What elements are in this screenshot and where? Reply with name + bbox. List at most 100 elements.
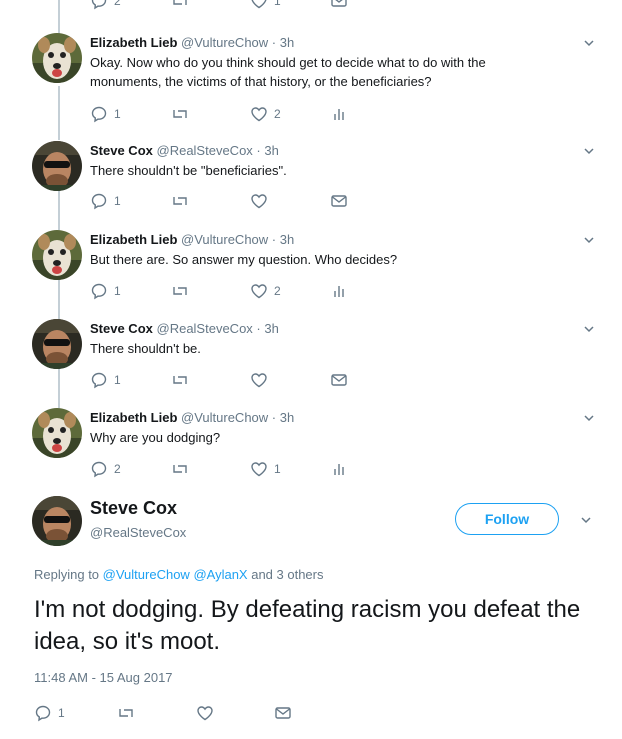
like-button[interactable]: 2: [250, 281, 281, 301]
tweet-time[interactable]: 3h: [264, 143, 278, 158]
tweet[interactable]: Elizabeth Lieb @VultureChow · 3h Why are…: [0, 408, 622, 498]
retweet-button[interactable]: [170, 370, 190, 390]
like-button[interactable]: [250, 370, 268, 390]
separator: ·: [256, 143, 261, 158]
tweet-time[interactable]: 3h: [280, 410, 294, 425]
analytics-icon: [334, 286, 344, 297]
user-handle[interactable]: @VultureChow: [181, 232, 268, 247]
separator: ·: [271, 232, 277, 247]
heart-icon: [197, 706, 213, 721]
chevron-down-icon[interactable]: [580, 514, 592, 526]
user-name[interactable]: Steve Cox: [90, 498, 177, 519]
heart-icon: [251, 462, 267, 477]
like-count: 1: [274, 0, 281, 8]
message-button[interactable]: [330, 0, 348, 11]
chevron-down-icon[interactable]: [583, 323, 595, 335]
retweet-button[interactable]: [170, 191, 190, 211]
reply-button[interactable]: 1: [34, 703, 65, 723]
user-name[interactable]: Steve Cox: [90, 321, 153, 336]
envelope-icon: [331, 374, 347, 386]
reply-button[interactable]: 1: [90, 104, 121, 124]
tweet-header: Steve Cox @RealSteveCox · 3h: [90, 321, 279, 336]
envelope-icon: [331, 195, 347, 207]
user-name[interactable]: Elizabeth Lieb: [90, 232, 177, 247]
analytics-button[interactable]: [332, 281, 346, 301]
reply-button[interactable]: 1: [90, 370, 121, 390]
replying-to: Replying to @VultureChow @AylanX and 3 o…: [34, 567, 324, 582]
analytics-icon: [334, 109, 344, 120]
tweet-text: But there are. So answer my question. Wh…: [90, 252, 398, 267]
tweet-text: Okay. Now who do you think should get to…: [90, 55, 486, 89]
message-button[interactable]: [330, 191, 348, 211]
message-button[interactable]: [330, 370, 348, 390]
avatar[interactable]: [32, 230, 82, 280]
avatar[interactable]: [32, 408, 82, 458]
user-handle[interactable]: @RealSteveCox: [157, 321, 253, 336]
retweet-icon: [173, 0, 187, 5]
avatar[interactable]: [32, 33, 82, 83]
reply-count: 1: [114, 194, 121, 208]
reply-icon: [91, 106, 107, 123]
user-handle[interactable]: @RealSteveCox: [90, 525, 186, 540]
tweet-text: Why are you dodging?: [90, 430, 221, 445]
reply-icon: [91, 193, 107, 210]
like-button[interactable]: 1: [250, 0, 281, 11]
reply-icon: [35, 705, 51, 722]
user-name[interactable]: Elizabeth Lieb: [90, 410, 177, 425]
like-button[interactable]: [196, 703, 214, 723]
mention-link[interactable]: @AylanX: [193, 567, 247, 582]
like-count: 2: [274, 284, 281, 298]
message-button[interactable]: [274, 703, 292, 723]
chevron-down-icon[interactable]: [583, 145, 595, 157]
tweet[interactable]: Elizabeth Lieb @VultureChow · 3h Okay. N…: [0, 33, 622, 123]
tweet[interactable]: Steve Cox @RealSteveCox · 3h There shoul…: [0, 319, 622, 409]
tweet[interactable]: Elizabeth Lieb @VultureChow · 3h But the…: [0, 230, 622, 320]
reply-button[interactable]: 1: [90, 281, 121, 301]
tweet[interactable]: Steve Cox @RealSteveCox · 3h There shoul…: [0, 141, 622, 231]
reply-button[interactable]: 2: [90, 0, 121, 11]
avatar[interactable]: [32, 496, 82, 546]
user-name[interactable]: Steve Cox: [90, 143, 153, 158]
retweet-button[interactable]: [116, 703, 136, 723]
user-name[interactable]: Elizabeth Lieb: [90, 35, 177, 50]
reply-button[interactable]: 2: [90, 459, 121, 479]
envelope-icon: [275, 707, 291, 719]
chevron-down-icon[interactable]: [583, 412, 595, 424]
chevron-down-icon[interactable]: [583, 234, 595, 246]
like-button[interactable]: [250, 191, 268, 211]
analytics-button[interactable]: [332, 459, 346, 479]
separator: ·: [271, 410, 277, 425]
tweet-text: I'm not dodging. By defeating racism you…: [34, 596, 581, 655]
mention-link[interactable]: @VultureChow: [103, 567, 190, 582]
retweet-button[interactable]: [170, 0, 190, 11]
tweet-header: Steve Cox @RealSteveCox · 3h: [90, 143, 279, 158]
like-button[interactable]: 1: [250, 459, 281, 479]
avatar[interactable]: [32, 319, 82, 369]
retweet-button[interactable]: [170, 459, 190, 479]
separator: ·: [256, 321, 261, 336]
reply-icon: [91, 0, 107, 10]
tweet-time[interactable]: 3h: [280, 232, 294, 247]
analytics-button[interactable]: [332, 104, 346, 124]
chevron-down-icon[interactable]: [583, 37, 595, 49]
user-handle[interactable]: @VultureChow: [181, 35, 268, 50]
retweet-icon: [173, 197, 187, 205]
reply-icon: [91, 461, 107, 478]
follow-button[interactable]: Follow: [455, 503, 559, 535]
tweet-time[interactable]: 3h: [280, 35, 294, 50]
like-button[interactable]: 2: [250, 104, 281, 124]
main-tweet: Steve Cox @RealSteveCox Follow Replying …: [0, 490, 622, 739]
retweet-icon: [173, 465, 187, 473]
analytics-icon: [334, 464, 344, 475]
retweet-button[interactable]: [170, 281, 190, 301]
user-handle[interactable]: @RealSteveCox: [157, 143, 253, 158]
tweet-time[interactable]: 3h: [264, 321, 278, 336]
tweet-timestamp[interactable]: 11:48 AM - 15 Aug 2017: [34, 670, 173, 685]
like-count: 1: [274, 462, 281, 476]
reply-count: 1: [114, 284, 121, 298]
replying-others[interactable]: and 3 others: [251, 567, 323, 582]
user-handle[interactable]: @VultureChow: [181, 410, 268, 425]
reply-button[interactable]: 1: [90, 191, 121, 211]
retweet-button[interactable]: [170, 104, 190, 124]
avatar[interactable]: [32, 141, 82, 191]
